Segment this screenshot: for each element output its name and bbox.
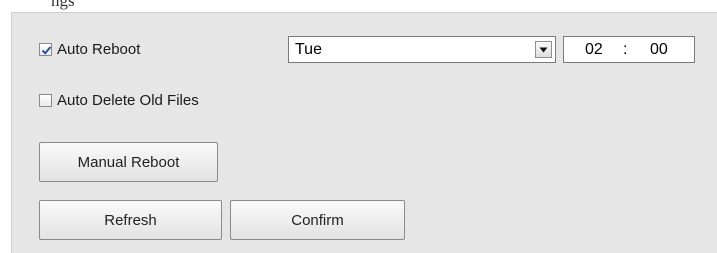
reboot-day-value: Tue <box>295 40 322 58</box>
manual-reboot-button[interactable]: Manual Reboot <box>39 142 218 182</box>
auto-reboot-label: Auto Reboot <box>57 41 141 58</box>
reboot-time-input[interactable]: 02 : 00 <box>563 36 695 63</box>
auto-delete-checkbox[interactable] <box>39 94 52 107</box>
maintenance-page: ngs Auto Reboot Tue 02 : 00 Auto Delete … <box>0 0 717 253</box>
auto-reboot-row: Auto Reboot <box>39 41 140 58</box>
confirm-button[interactable]: Confirm <box>230 200 405 240</box>
auto-delete-row: Auto Delete Old Files <box>39 92 199 109</box>
refresh-button[interactable]: Refresh <box>39 200 222 240</box>
reboot-day-select[interactable]: Tue <box>288 36 556 63</box>
auto-reboot-checkbox[interactable] <box>39 43 52 56</box>
section-heading-fragment: ngs <box>51 0 75 10</box>
auto-delete-label: Auto Delete Old Files <box>57 92 199 109</box>
reboot-minute-field[interactable]: 00 <box>650 41 668 59</box>
time-separator: : <box>623 41 628 58</box>
check-icon <box>41 46 52 55</box>
chevron-down-icon[interactable] <box>535 41 552 58</box>
reboot-hour-field[interactable]: 02 <box>585 41 603 59</box>
